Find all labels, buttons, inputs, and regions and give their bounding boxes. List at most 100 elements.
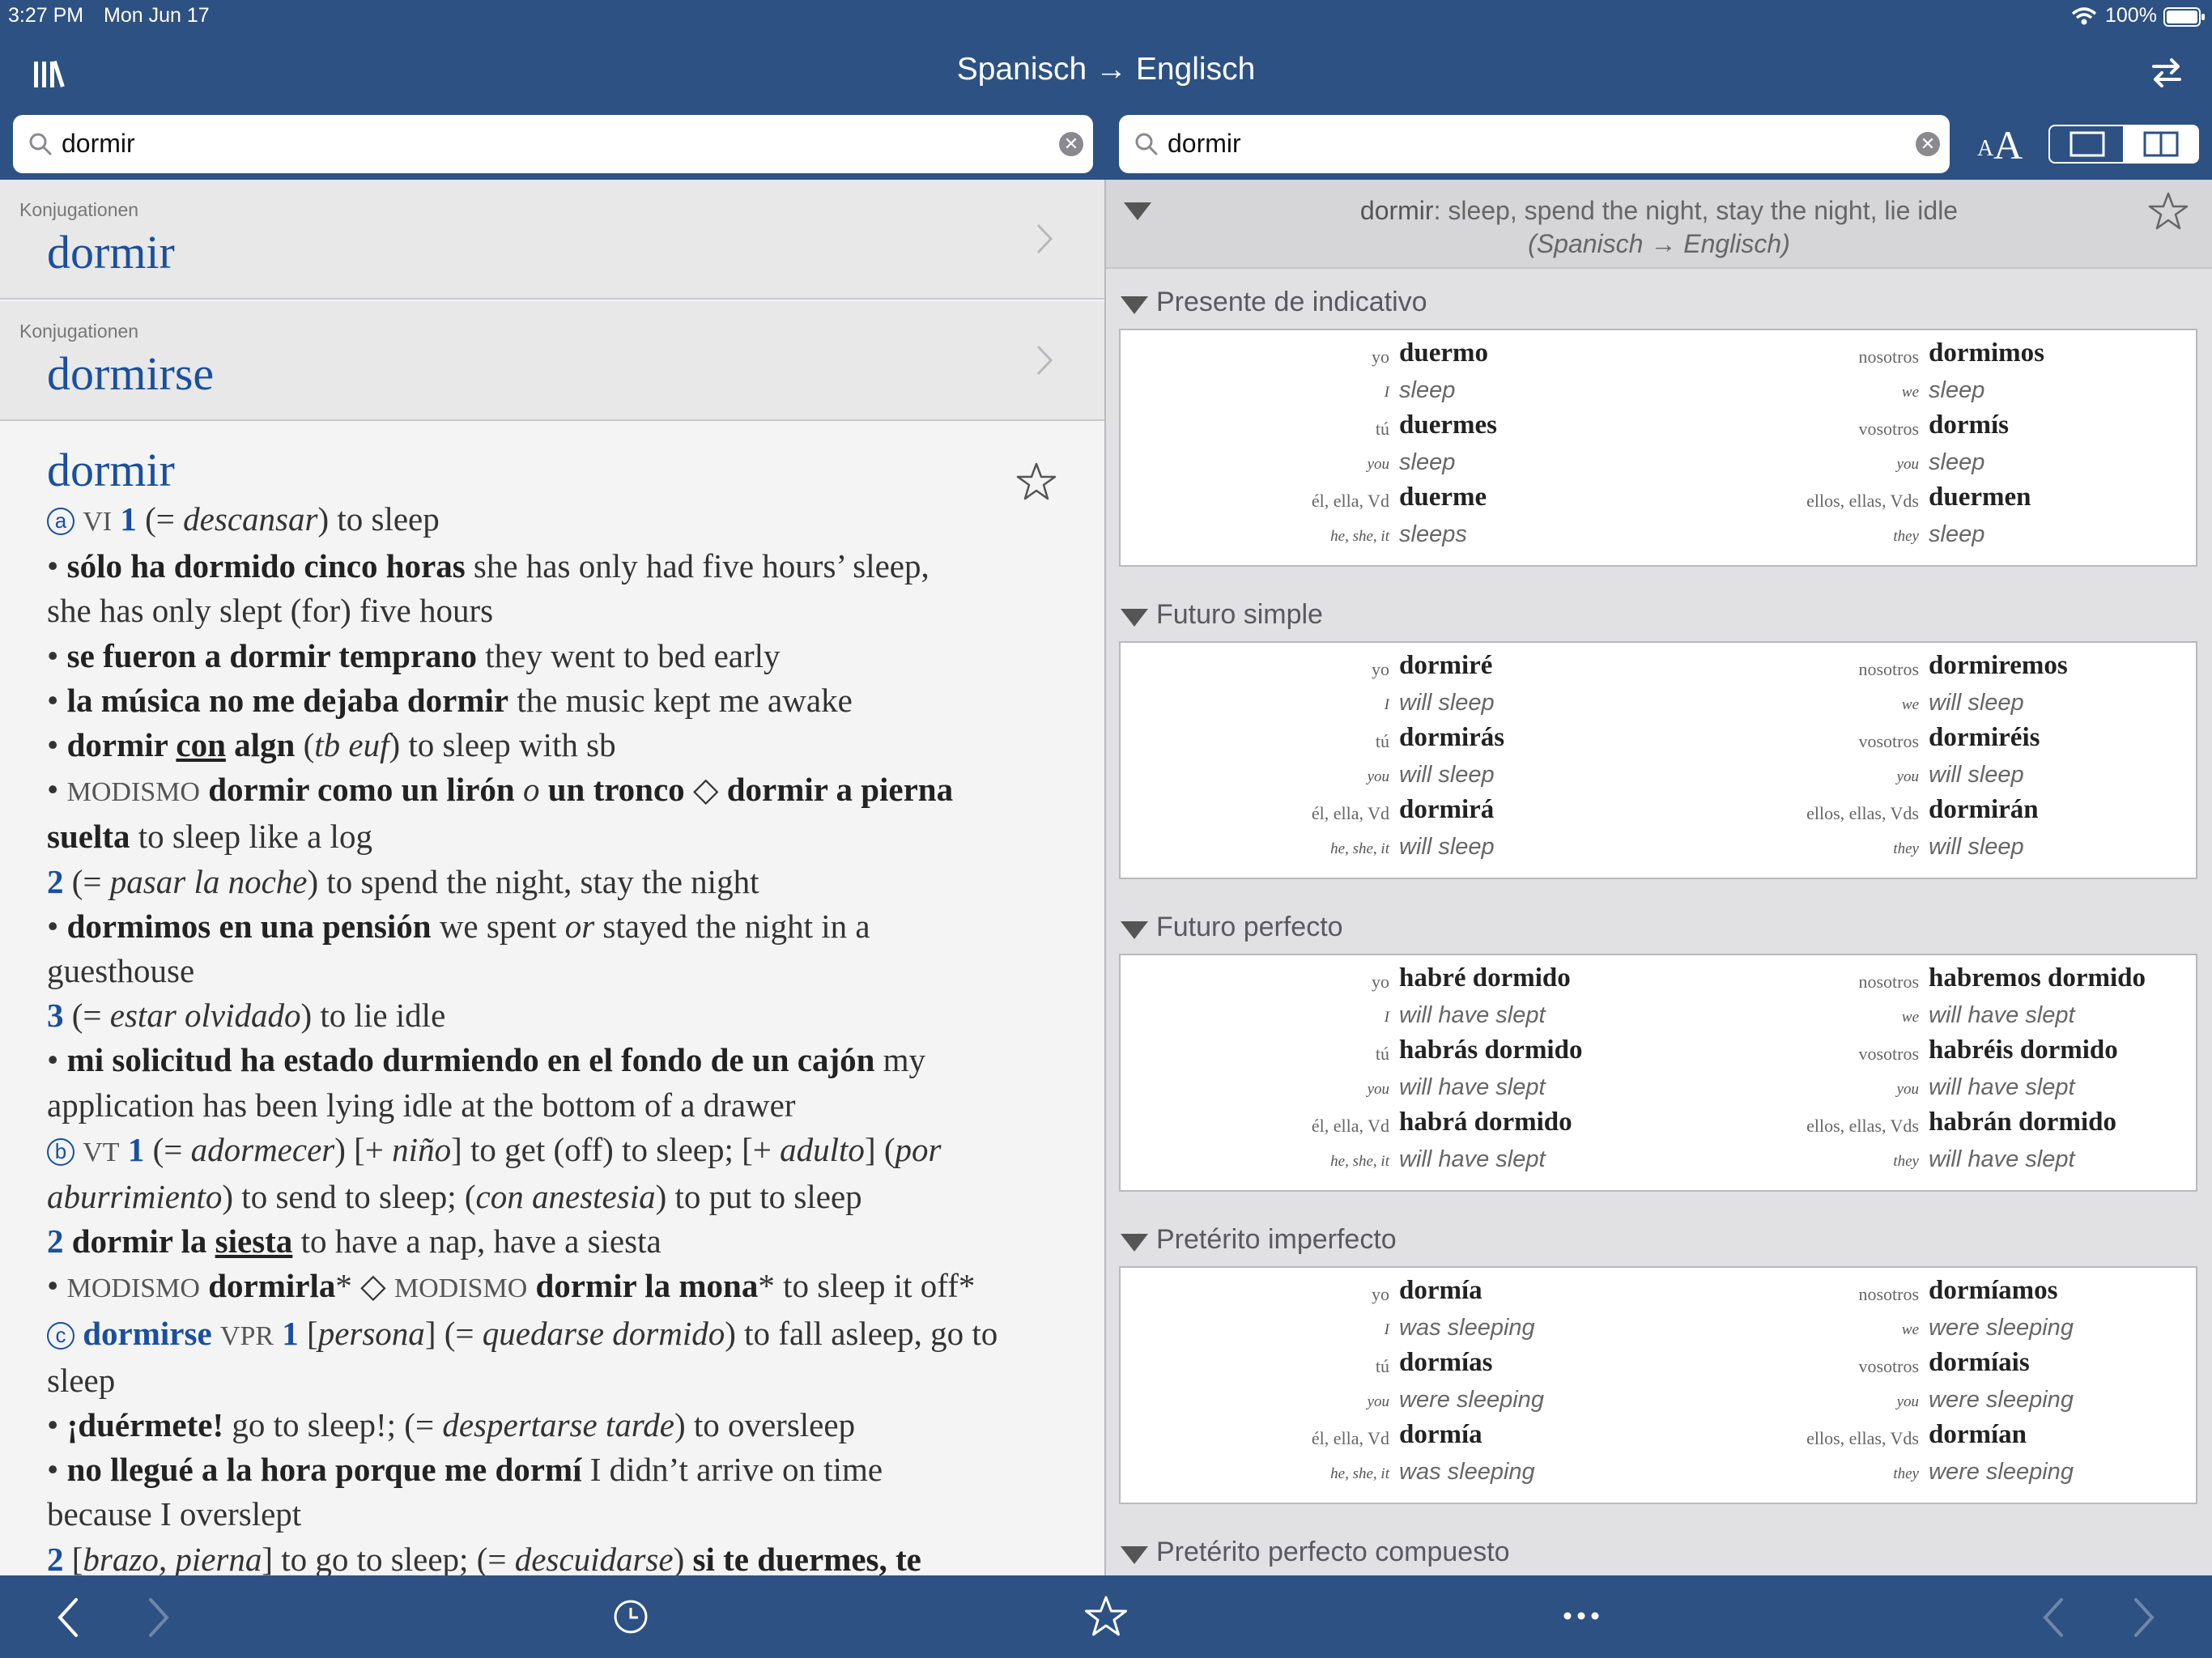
pronoun-label: vosotros <box>1858 419 1919 439</box>
back-icon[interactable] <box>53 1596 83 1639</box>
verb-form: dormiremos <box>1929 651 2068 680</box>
pronoun-translation: we <box>1901 1321 1919 1338</box>
entry-text: ) <box>673 1540 693 1575</box>
entry-text: we spent <box>431 907 565 945</box>
view-mode-switch[interactable] <box>2048 125 2199 164</box>
result-item-conjugation-dormirse[interactable]: Konjugationen dormirse <box>0 301 1104 421</box>
pronoun-translation: you <box>1367 456 1389 473</box>
back-icon[interactable] <box>2039 1596 2068 1639</box>
tense-title[interactable]: Futuro simple <box>1156 599 1323 631</box>
verb-form: dormías <box>1399 1348 1493 1377</box>
result-caption: Konjugationen <box>19 199 139 220</box>
entry-text: por <box>895 1130 942 1168</box>
entry-text: • <box>47 547 67 585</box>
favorite-star-icon[interactable] <box>2147 191 2189 232</box>
entry-text <box>212 1315 220 1352</box>
more-icon[interactable] <box>1563 1611 1600 1621</box>
collapse-triangle-icon[interactable] <box>1121 1546 1148 1564</box>
clear-search-icon[interactable]: ✕ <box>1059 132 1083 156</box>
favorite-star-icon[interactable] <box>1015 461 1057 502</box>
favorites-icon[interactable] <box>1083 1595 1129 1639</box>
verb-form: habré dormido <box>1399 963 1571 993</box>
entry-text: to sleep it off <box>774 1267 959 1305</box>
summary-header: dormir: sleep, spend the night, stay the… <box>1106 180 2212 269</box>
history-icon[interactable] <box>612 1598 649 1635</box>
verb-translation: will have slept <box>1929 1002 2075 1028</box>
entry-text: ◇ <box>684 771 727 809</box>
entry-text: guesthouse <box>47 952 195 990</box>
pronoun-translation: I <box>1384 696 1389 713</box>
pronoun-label: yo <box>1372 659 1389 679</box>
pronoun-translation: we <box>1901 1009 1919 1026</box>
dictionary-entry: dormir a VI 1 (= descansar) to sleep • só… <box>47 445 1051 1575</box>
result-word: dormirse <box>47 347 215 400</box>
pronoun-translation: I <box>1384 1009 1389 1026</box>
tense-title[interactable]: Futuro perfecto <box>1156 912 1343 943</box>
entry-line: • dormimos en una pensión we spent or st… <box>47 904 1051 949</box>
chevron-right-icon <box>1036 223 1053 254</box>
entry-line: 2 [brazo, pierna] to go to sleep; (= des… <box>47 1537 1051 1575</box>
entry-text: ) to oversleep <box>674 1406 856 1444</box>
pronoun-translation: we <box>1901 696 1919 713</box>
collapse-triangle-icon[interactable] <box>1121 296 1148 314</box>
entry-line: c dormirse VPR 1 [persona] (= quedarse d… <box>47 1312 1051 1358</box>
tense-title[interactable]: Pretérito perfecto compuesto <box>1156 1537 1510 1568</box>
pronoun-label: tú <box>1375 1044 1389 1064</box>
split-pane-button[interactable] <box>2125 126 2197 162</box>
tense-title[interactable]: Pretérito imperfecto <box>1156 1224 1397 1256</box>
collapse-triangle-icon[interactable] <box>1121 609 1148 627</box>
entry-line: b VT 1 (= adormecer) [+ niño] to get (of… <box>47 1128 1051 1175</box>
swap-direction-icon[interactable] <box>2149 57 2184 89</box>
single-pane-button[interactable] <box>2050 126 2125 162</box>
entry-text: ( <box>295 726 315 764</box>
entry-text: VT <box>83 1137 120 1167</box>
split-pane-icon <box>2143 131 2179 157</box>
verb-translation: sleep <box>1399 449 1456 475</box>
entry-text: • <box>47 771 67 809</box>
entry-text: adulto <box>780 1130 865 1168</box>
verb-translation: will have slept <box>1399 1002 1546 1028</box>
entry-line: • la música no me dejaba dormir the musi… <box>47 678 1051 723</box>
entry-text: pasar la noche <box>109 862 308 900</box>
entry-text: despertarse tarde <box>442 1406 674 1444</box>
font-size-small-label: A <box>1977 136 1994 161</box>
forward-icon[interactable] <box>2129 1596 2159 1639</box>
verb-translation: will sleep <box>1929 834 2024 860</box>
search-value-right[interactable]: dormir <box>1168 129 1241 159</box>
search-input-right[interactable]: dormir ✕ <box>1119 115 1950 173</box>
entry-text: to sleep like a log <box>130 818 372 856</box>
verb-translation: sleep <box>1399 377 1456 403</box>
pronoun-label: ellos, ellas, Vds <box>1806 491 1919 511</box>
forward-icon[interactable] <box>144 1596 173 1639</box>
result-item-conjugation-dormir[interactable]: Konjugationen dormir <box>0 180 1104 300</box>
entry-text: my <box>874 1041 926 1079</box>
entry-text: or <box>564 907 595 945</box>
pronoun-label: nosotros <box>1858 346 1919 367</box>
entry-text: se fueron a dormir temprano <box>66 636 477 674</box>
verb-translation: were sleeping <box>1929 1387 2074 1413</box>
entry-text: to have a nap, have a siesta <box>292 1222 661 1261</box>
entry-text: the music kept me awake <box>508 681 853 719</box>
search-input-left[interactable]: dormir ✕ <box>13 115 1093 173</box>
entry-text: * <box>958 1267 976 1305</box>
entry-text: [ <box>298 1314 318 1352</box>
collapse-triangle-icon[interactable] <box>1121 921 1148 939</box>
entry-line: sleep <box>47 1358 1051 1403</box>
search-row: dormir ✕ dormir ✕ A A <box>0 108 2212 180</box>
clear-search-icon[interactable]: ✕ <box>1916 132 1940 156</box>
verb-form: dormían <box>1929 1420 2027 1449</box>
verb-translation: will have slept <box>1399 1074 1546 1100</box>
pronoun-translation: they <box>1893 528 1919 545</box>
search-value-left[interactable]: dormir <box>62 129 135 159</box>
collapse-triangle-icon[interactable] <box>1121 1234 1148 1252</box>
entry-text: * <box>335 1267 352 1305</box>
tense-title[interactable]: Presente de indicativo <box>1156 287 1427 318</box>
entry-text: MODISMO <box>393 1273 528 1304</box>
pronoun-translation: they <box>1893 840 1919 857</box>
entry-text: • <box>47 1406 67 1444</box>
entry-text: mi solicitud ha estado durmiendo en el f… <box>66 1041 875 1079</box>
verb-form: habrán dormido <box>1929 1107 2116 1137</box>
verb-translation: sleep <box>1929 377 1985 403</box>
entry-line: • no llegué a la hora porque me dormí I … <box>47 1448 1051 1492</box>
entry-text: go to sleep!; (= <box>223 1406 443 1444</box>
